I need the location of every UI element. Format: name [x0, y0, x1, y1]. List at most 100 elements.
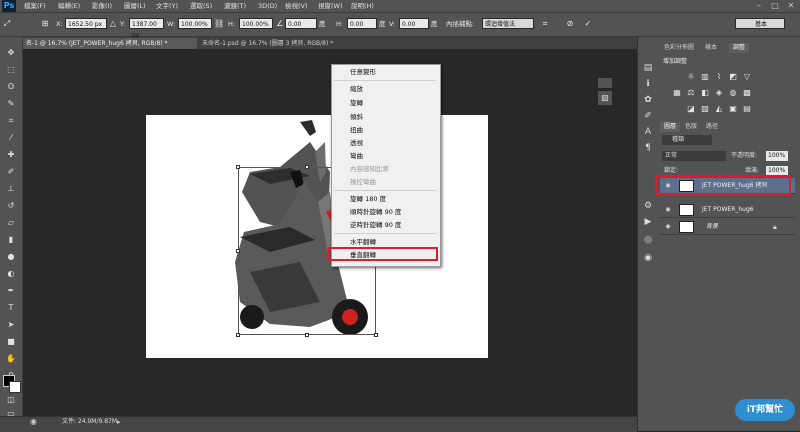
quick-select-tool-icon[interactable]: ✎ — [5, 98, 17, 110]
vskew-field[interactable]: 0.00 — [399, 18, 429, 29]
quick-mask-icon[interactable]: ◫ — [5, 394, 17, 406]
hskew-field[interactable]: 0.00 — [347, 18, 377, 29]
brush-tool-icon[interactable]: ✐ — [5, 166, 17, 178]
link-icon[interactable]: ⛓ — [214, 18, 224, 29]
menu-view[interactable]: 檢視(V) — [285, 0, 308, 12]
styles-panel-icon[interactable]: ◉ — [642, 252, 654, 264]
close-button[interactable]: ✕ — [784, 0, 798, 12]
menu-select[interactable]: 選取(S) — [190, 0, 212, 12]
navigator-icon[interactable]: ▧ — [598, 91, 612, 105]
move-tool-icon[interactable]: ✥ — [5, 47, 17, 59]
gradient-map-icon[interactable]: ▤ — [742, 104, 752, 113]
marquee-tool-icon[interactable]: ⬚ — [5, 64, 17, 76]
exposure-icon[interactable]: ◩ — [728, 72, 738, 81]
transform-handle-bottom[interactable] — [305, 333, 309, 337]
dodge-tool-icon[interactable]: ◐ — [5, 268, 17, 280]
actions-panel-icon[interactable]: ▶ — [642, 216, 654, 228]
transform-handle-left[interactable] — [236, 249, 240, 253]
menu-window[interactable]: 視窗(W) — [318, 0, 343, 12]
tab-layers[interactable]: 圖層 — [660, 122, 681, 132]
menu-edit[interactable]: 編輯(E) — [58, 0, 80, 12]
tab-histogram[interactable]: 色彩分佈圖 — [660, 43, 698, 53]
opacity-field[interactable]: 100% — [766, 151, 788, 161]
blur-tool-icon[interactable]: ● — [5, 251, 17, 263]
menu-type[interactable]: 文字(Y) — [156, 0, 178, 12]
pen-tool-icon[interactable]: ✒ — [5, 285, 17, 297]
history-panel-icon[interactable]: ▤ — [642, 62, 654, 74]
menu-item-warp[interactable]: 彎曲 — [350, 151, 363, 161]
posterize-icon[interactable]: ▨ — [700, 104, 710, 113]
blend-mode-select[interactable]: 正常 — [662, 151, 726, 161]
hue-saturation-icon[interactable]: ▦ — [672, 88, 682, 97]
menu-item-distort[interactable]: 扭曲 — [350, 125, 363, 135]
threshold-icon[interactable]: ◭ — [714, 104, 724, 113]
interpolation-select[interactable]: 環迴增值法 — [482, 18, 534, 29]
menu-layer[interactable]: 圖層(L) — [124, 0, 146, 12]
visibility-eye-icon[interactable]: ◉ — [664, 206, 672, 214]
black-white-icon[interactable]: ◧ — [700, 88, 710, 97]
menu-item-rotate-90-cw[interactable]: 順時針旋轉 90 度 — [350, 207, 401, 217]
minimize-button[interactable]: – — [752, 0, 766, 12]
warp-mode-icon[interactable]: ⌗ — [540, 18, 550, 29]
healing-tool-icon[interactable]: ✚ — [5, 149, 17, 161]
menu-3d[interactable]: 3D(D) — [258, 0, 277, 12]
paragraph-panel-icon[interactable]: ¶ — [642, 142, 654, 154]
type-tool-icon[interactable]: T — [5, 302, 17, 314]
color-balance-icon[interactable]: ⚖ — [686, 88, 696, 97]
clone-stamp-tool-icon[interactable]: ⊥ — [5, 183, 17, 195]
transform-handle-top-left[interactable] — [236, 165, 240, 169]
angle-field[interactable]: 0.00 — [285, 18, 317, 29]
y-field[interactable]: 1387.00 px — [129, 18, 164, 39]
menu-item-rotate[interactable]: 旋轉 — [350, 98, 363, 108]
color-panel-icon[interactable]: ✿ — [642, 94, 654, 106]
menu-item-free-transform[interactable]: 任意變形 — [350, 67, 376, 77]
menu-item-scale[interactable]: 縮放 — [350, 84, 363, 94]
visibility-eye-icon[interactable]: ◉ — [664, 223, 672, 231]
menu-item-skew[interactable]: 傾斜 — [350, 112, 363, 122]
curves-icon[interactable]: ⌇ — [714, 72, 724, 81]
invert-icon[interactable]: ◪ — [686, 104, 696, 113]
tool-presets-icon[interactable]: ⚙ — [642, 200, 654, 212]
commit-transform-icon[interactable]: ✓ — [583, 18, 593, 29]
tab-paths[interactable]: 路徑 — [702, 122, 722, 132]
levels-icon[interactable]: ▥ — [700, 72, 710, 81]
gradient-tool-icon[interactable]: ▮ — [5, 234, 17, 246]
tab-untitled-document[interactable]: 未命名-1.psd @ 16.7% (圖層 3 拷貝, RGB/8) * — [198, 38, 358, 49]
channel-mixer-icon[interactable]: ◍ — [728, 88, 738, 97]
cancel-transform-icon[interactable]: ⊘ — [565, 18, 575, 29]
path-selection-tool-icon[interactable]: ➤ — [5, 319, 17, 331]
eyedropper-tool-icon[interactable]: ⁄ — [5, 132, 17, 144]
eraser-tool-icon[interactable]: ▱ — [5, 217, 17, 229]
h-field[interactable]: 100.00% — [239, 18, 273, 29]
background-color-swatch[interactable] — [9, 381, 21, 393]
transform-handle-bottom-right[interactable] — [374, 333, 378, 337]
tab-channels[interactable]: 色版 — [681, 122, 701, 132]
menu-help[interactable]: 說明(H) — [351, 0, 374, 12]
reference-point-icon[interactable]: ⊞ — [40, 18, 50, 29]
status-info-icon[interactable]: ◉ — [30, 417, 40, 427]
layer-kind-filter[interactable]: 種類 — [662, 135, 712, 145]
properties-panel-icon[interactable]: ℹ — [642, 78, 654, 90]
relative-position-icon[interactable]: △ — [108, 18, 118, 29]
menu-item-rotate-180[interactable]: 旋轉 180 度 — [350, 194, 386, 204]
transform-tool-icon[interactable]: ⤢ — [2, 18, 12, 29]
character-panel-icon[interactable]: A — [642, 126, 654, 138]
menu-item-flip-horizontal[interactable]: 水平翻轉 — [350, 237, 376, 247]
menu-item-perspective[interactable]: 透視 — [350, 138, 363, 148]
transform-handle-bottom-left[interactable] — [236, 333, 240, 337]
menu-file[interactable]: 檔案(F) — [24, 0, 46, 12]
brush-panel-icon[interactable]: ✐ — [642, 110, 654, 122]
tab-samples[interactable]: 樣本 — [701, 43, 721, 53]
shape-tool-icon[interactable]: ■ — [5, 336, 17, 348]
photo-filter-icon[interactable]: ◈ — [714, 88, 724, 97]
w-field[interactable]: 100.00% — [178, 18, 212, 29]
vibrance-icon[interactable]: ▽ — [742, 72, 752, 81]
status-menu-arrow-icon[interactable]: ▸ — [117, 417, 127, 427]
brightness-icon[interactable]: ☼ — [686, 72, 696, 81]
lasso-tool-icon[interactable]: ʘ — [5, 81, 17, 93]
menu-image[interactable]: 影像(I) — [92, 0, 112, 12]
selective-color-icon[interactable]: ▣ — [728, 104, 738, 113]
hand-tool-icon[interactable]: ✋ — [5, 353, 17, 365]
x-field[interactable]: 1652.50 px — [65, 18, 107, 29]
menu-item-rotate-90-ccw[interactable]: 逆時針旋轉 90 度 — [350, 220, 401, 230]
